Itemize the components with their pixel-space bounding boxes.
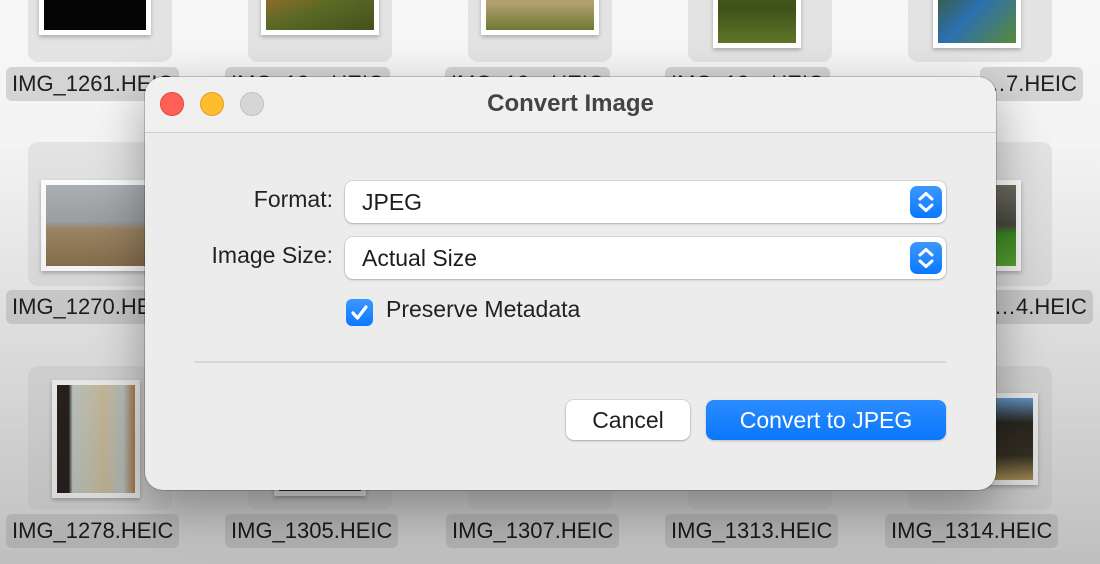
file-name-label[interactable]: IMG_1313.HEIC	[665, 514, 839, 548]
file-name-label[interactable]: IMG_1305.HEIC	[225, 514, 399, 548]
file-name-label[interactable]: …4.HEIC	[988, 290, 1093, 324]
format-value: JPEG	[362, 189, 423, 215]
format-popup[interactable]: JPEG	[345, 181, 946, 223]
file-thumbnail[interactable]	[261, 0, 379, 35]
popup-stepper-icon	[910, 186, 942, 218]
format-label: Format:	[253, 186, 333, 212]
convert-button[interactable]: Convert to JPEG	[706, 400, 946, 440]
convert-image-dialog: Convert Image Format: JPEG Image Size: A…	[145, 77, 996, 490]
cancel-button[interactable]: Cancel	[566, 400, 690, 440]
file-thumbnail[interactable]	[481, 0, 599, 35]
file-name-label[interactable]: IMG_1278.HEIC	[6, 514, 180, 548]
dialog-title: Convert Image	[487, 90, 654, 117]
preserve-metadata-checkbox[interactable]	[346, 299, 373, 326]
file-thumbnail[interactable]	[39, 0, 151, 35]
file-thumbnail[interactable]	[713, 0, 801, 48]
file-name-label[interactable]: IMG_1307.HEIC	[446, 514, 620, 548]
image-size-value: Actual Size	[362, 245, 478, 271]
dialog-divider	[194, 361, 946, 363]
image-size-label: Image Size:	[211, 242, 333, 268]
popup-stepper-icon	[910, 242, 942, 274]
checkmark-icon	[351, 305, 368, 320]
file-thumbnail[interactable]	[933, 0, 1021, 48]
preserve-metadata-label[interactable]: Preserve Metadata	[386, 296, 580, 323]
file-thumbnail[interactable]	[41, 180, 159, 271]
dialog-titlebar: Convert Image	[145, 77, 996, 133]
image-size-popup[interactable]: Actual Size	[345, 237, 946, 279]
file-thumbnail[interactable]	[52, 380, 140, 498]
file-name-label[interactable]: IMG_1314.HEIC	[885, 514, 1059, 548]
